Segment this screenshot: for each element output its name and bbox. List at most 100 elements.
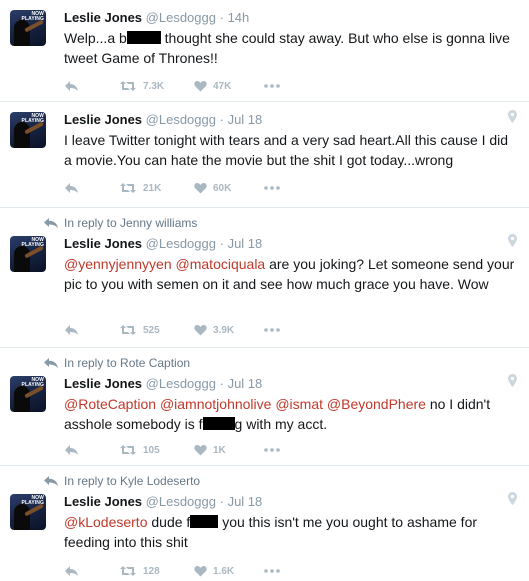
author-handle[interactable]: @Lesdoggg [146,236,216,251]
avatar[interactable]: NOW PLAYING [10,376,46,412]
tweet-actions: 7.3K 47K [64,78,294,94]
tweet-timestamp[interactable]: Jul 18 [228,112,263,127]
tweet[interactable]: NOW PLAYING Leslie Jones @Lesdoggg · 14h… [0,0,529,102]
author-handle[interactable]: @Lesdoggg [146,10,216,25]
like-button[interactable]: 3.9K [194,324,264,336]
author-handle[interactable]: @Lesdoggg [146,376,216,391]
separator: · [219,112,224,127]
retweet-button[interactable]: 128 [119,565,194,577]
tweet-header: Leslie Jones @Lesdoggg · Jul 18 [64,236,517,252]
avatar[interactable]: NOW PLAYING [10,494,46,530]
like-button[interactable]: 1K [194,444,264,456]
in-reply-context[interactable]: In reply to Kyle Lodeserto [44,474,200,488]
mention-link[interactable]: @matociquala [176,256,266,272]
avatar-badge: NOW PLAYING [21,495,44,506]
avatar[interactable]: NOW PLAYING [10,236,46,272]
like-button[interactable]: 60K [194,182,264,194]
more-button[interactable] [264,328,294,332]
more-dots-icon [264,569,280,573]
retweet-count: 128 [143,565,160,577]
retweet-count: 21K [143,182,162,194]
in-reply-label: In reply to Jenny williams [64,216,198,230]
more-dots-icon [264,448,280,452]
like-count: 60K [213,182,232,194]
separator: · [219,494,224,509]
redaction-bar [202,417,235,430]
separator: · [219,10,224,25]
tweet-timestamp[interactable]: Jul 18 [228,236,263,251]
retweet-icon [120,566,136,576]
tweet[interactable]: In reply to Jenny williams NOW PLAYING L… [0,208,529,348]
retweet-count: 525 [143,324,160,336]
more-button[interactable] [264,186,294,190]
tweet-feed: NOW PLAYING Leslie Jones @Lesdoggg · 14h… [0,0,529,581]
redaction-bar [126,31,161,44]
author-name[interactable]: Leslie Jones [64,112,142,127]
heart-icon [194,566,207,577]
more-dots-icon [264,186,280,190]
author-name[interactable]: Leslie Jones [64,376,142,391]
tweet-actions: 525 3.9K [64,322,294,338]
mention-link[interactable]: @RoteCaption [64,396,156,412]
reply-button[interactable] [64,324,119,336]
tweet-header: Leslie Jones @Lesdoggg · Jul 18 [64,494,517,510]
like-button[interactable]: 1.6K [194,565,264,577]
tweet-timestamp[interactable]: Jul 18 [228,376,263,391]
tweet-actions: 21K 60K [64,180,294,196]
redaction-bar [190,515,219,528]
heart-icon [194,325,207,336]
reply-button[interactable] [64,444,119,456]
reply-button[interactable] [64,80,119,92]
retweet-icon [120,325,136,335]
like-count: 1.6K [213,565,235,577]
reply-button[interactable] [64,182,119,194]
tweet-text: I leave Twitter tonight with tears and a… [64,132,509,168]
tweet[interactable]: NOW PLAYING Leslie Jones @Lesdoggg · Jul… [0,102,529,208]
more-dots-icon [264,328,280,332]
retweet-button[interactable]: 7.3K [119,80,194,92]
tweet-text: @RoteCaption @iamnotjohnolive @ismat @Be… [64,394,517,434]
avatar-badge: NOW PLAYING [21,113,44,124]
more-button[interactable] [264,84,294,88]
reply-button[interactable] [64,565,119,577]
tweet-text: @yennyjennyyen @matociquala are you joki… [64,254,517,294]
more-button[interactable] [264,569,294,573]
retweet-button[interactable]: 105 [119,444,194,456]
retweet-icon [120,81,136,91]
tweet-header: Leslie Jones @Lesdoggg · Jul 18 [64,376,517,392]
in-reply-context[interactable]: In reply to Rote Caption [44,356,190,370]
like-count: 47K [213,80,232,92]
reply-icon [65,445,78,455]
avatar[interactable]: NOW PLAYING [10,112,46,148]
in-reply-arrow-icon [44,476,58,486]
author-name[interactable]: Leslie Jones [64,236,142,251]
tweet-timestamp[interactable]: Jul 18 [228,494,263,509]
retweet-count: 105 [143,444,160,456]
retweet-button[interactable]: 21K [119,182,194,194]
avatar[interactable]: NOW PLAYING [10,10,46,46]
in-reply-context[interactable]: In reply to Jenny williams [44,216,197,230]
mention-link[interactable]: @kLodeserto [64,514,147,530]
author-handle[interactable]: @Lesdoggg [146,494,216,509]
mention-link[interactable]: @yennyjennyyen [64,256,172,272]
mention-link[interactable]: @iamnotjohnolive [160,396,272,412]
like-count: 3.9K [213,324,235,336]
more-button[interactable] [264,448,294,452]
retweet-button[interactable]: 525 [119,324,194,336]
retweet-icon [120,183,136,193]
like-button[interactable]: 47K [194,80,264,92]
author-name[interactable]: Leslie Jones [64,494,142,509]
separator: · [219,376,224,391]
mention-link[interactable]: @BeyondPhere [327,396,426,412]
mention-link[interactable]: @ismat [275,396,323,412]
author-handle[interactable]: @Lesdoggg [146,112,216,127]
tweet[interactable]: In reply to Rote Caption NOW PLAYING Les… [0,348,529,466]
avatar-badge: NOW PLAYING [21,377,44,388]
tweet-actions: 128 1.6K [64,563,294,579]
avatar-badge: NOW PLAYING [21,237,44,248]
tweet-text: Welp...a b thought she could stay away. … [64,28,517,68]
author-name[interactable]: Leslie Jones [64,10,142,25]
tweet[interactable]: In reply to Kyle Lodeserto NOW PLAYING L… [0,466,529,581]
tweet-timestamp[interactable]: 14h [228,10,250,25]
heart-icon [194,81,207,92]
